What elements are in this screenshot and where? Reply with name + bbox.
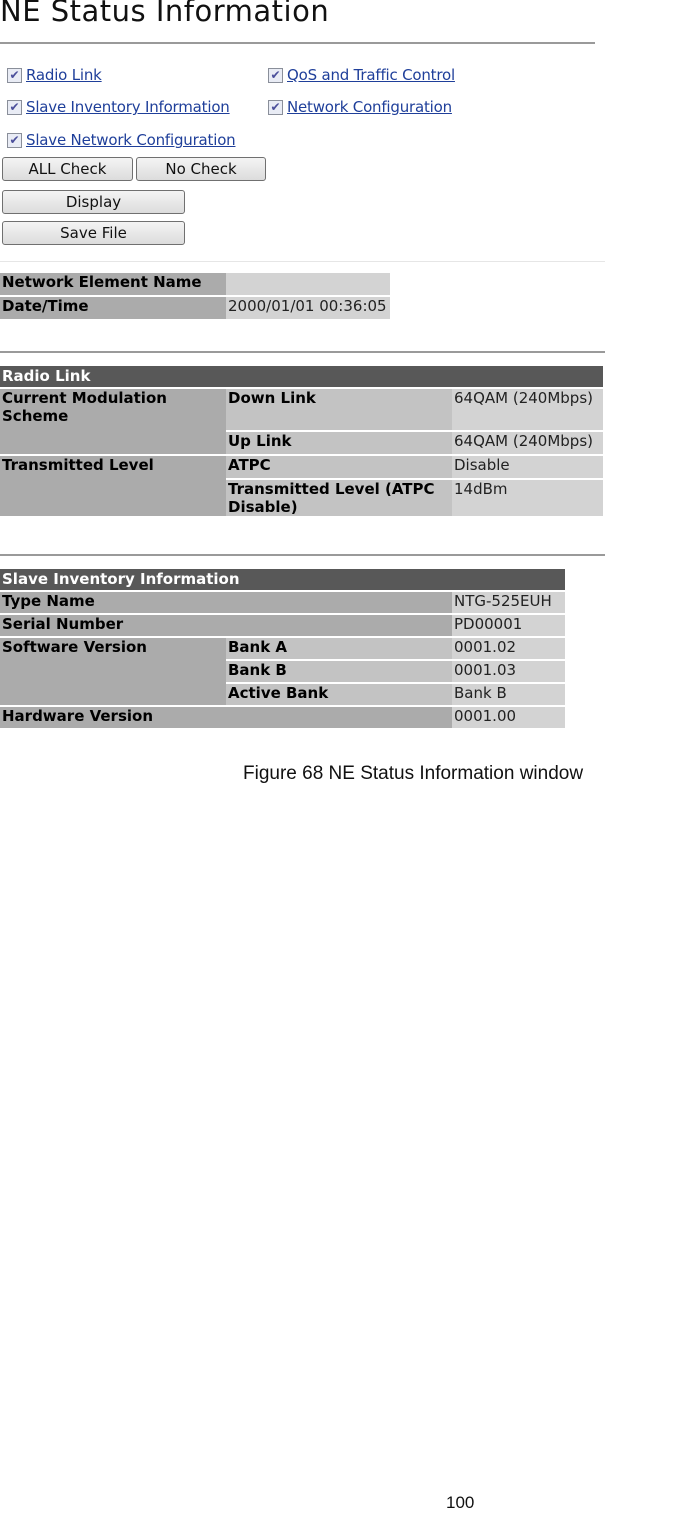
up-link-label: Up Link	[226, 432, 452, 454]
modulation-scheme-label: Current Modulation Scheme	[0, 389, 226, 454]
radio-link-section-header: Radio Link	[0, 366, 603, 387]
link-network-configuration[interactable]: Network Configuration	[287, 98, 452, 116]
page-number: 100	[446, 1493, 475, 1512]
transmitted-level-label: Transmitted Level	[0, 456, 226, 516]
active-bank-value: Bank B	[452, 684, 565, 705]
link-slave-inventory-information[interactable]: Slave Inventory Information	[26, 98, 230, 116]
checkbox-checked-icon[interactable]: ✔	[7, 67, 22, 83]
ne-info-table: Network Element Name Date/Time 2000/01/0…	[0, 271, 390, 321]
ne-name-value	[226, 273, 390, 295]
table-row: Transmitted Level ATPC Disable	[0, 456, 603, 516]
section-divider	[0, 554, 605, 556]
faint-divider	[0, 261, 605, 262]
title-divider	[0, 42, 595, 44]
table-row: Software Version Bank A 0001.02	[0, 638, 565, 705]
date-time-value: 2000/01/01 00:36:05	[226, 297, 390, 319]
transmitted-level-atpc-value: 14dBm	[452, 480, 603, 516]
page-title: NE Status Information	[0, 0, 330, 28]
checkbox-checked-icon[interactable]: ✔	[268, 99, 283, 115]
bank-b-value: 0001.03	[452, 661, 565, 682]
slave-inventory-table: Slave Inventory Information Type Name NT…	[0, 567, 565, 730]
table-row: Radio Link	[0, 366, 603, 387]
type-name-value: NTG-525EUH	[452, 592, 565, 613]
bank-a-value: 0001.02	[452, 638, 565, 659]
checkbox-slave-inventory-information[interactable]: ✔ Slave Inventory Information	[7, 97, 230, 117]
transmitted-level-atpc-label: Transmitted Level (ATPC Disable)	[226, 480, 452, 516]
checkbox-checked-icon[interactable]: ✔	[268, 67, 283, 83]
bank-b-label: Bank B	[226, 661, 452, 682]
up-link-value: 64QAM (240Mbps)	[452, 432, 603, 454]
all-check-button[interactable]: ALL Check	[2, 157, 133, 181]
ne-name-label: Network Element Name	[0, 273, 226, 295]
checkbox-slave-network-configuration[interactable]: ✔ Slave Network Configuration	[7, 130, 236, 150]
slave-inventory-section-header: Slave Inventory Information	[0, 569, 565, 590]
save-file-button[interactable]: Save File	[2, 221, 185, 245]
checkbox-radio-link[interactable]: ✔ Radio Link	[7, 65, 102, 85]
table-row: Type Name NTG-525EUH	[0, 592, 565, 613]
hardware-version-value: 0001.00	[452, 707, 565, 728]
section-divider	[0, 351, 605, 353]
atpc-value: Disable	[452, 456, 603, 478]
figure-caption: Figure 68 NE Status Information window	[243, 763, 584, 784]
table-row: Serial Number PD00001	[0, 615, 565, 636]
software-version-label: Software Version	[0, 638, 226, 705]
link-radio-link[interactable]: Radio Link	[26, 66, 102, 84]
checkbox-network-configuration[interactable]: ✔ Network Configuration	[268, 97, 452, 117]
checkbox-qos-traffic-control[interactable]: ✔ QoS and Traffic Control	[268, 65, 455, 85]
table-row: Slave Inventory Information	[0, 569, 565, 590]
hardware-version-label: Hardware Version	[0, 707, 452, 728]
table-row: Date/Time 2000/01/01 00:36:05	[0, 297, 390, 319]
link-slave-network-configuration[interactable]: Slave Network Configuration	[26, 131, 236, 149]
down-link-label: Down Link	[226, 389, 452, 430]
bank-a-label: Bank A	[226, 638, 452, 659]
checkbox-checked-icon[interactable]: ✔	[7, 99, 22, 115]
no-check-button[interactable]: No Check	[136, 157, 266, 181]
down-link-value: 64QAM (240Mbps)	[452, 389, 603, 430]
type-name-label: Type Name	[0, 592, 452, 613]
date-time-label: Date/Time	[0, 297, 226, 319]
radio-link-table: Radio Link Current Modulation Scheme Dow…	[0, 364, 603, 518]
table-row: Network Element Name	[0, 273, 390, 295]
table-row: Hardware Version 0001.00	[0, 707, 565, 728]
checkbox-checked-icon[interactable]: ✔	[7, 132, 22, 148]
display-button[interactable]: Display	[2, 190, 185, 214]
serial-number-value: PD00001	[452, 615, 565, 636]
link-qos-traffic-control[interactable]: QoS and Traffic Control	[287, 66, 455, 84]
serial-number-label: Serial Number	[0, 615, 452, 636]
table-row: Current Modulation Scheme Down Link 64QA…	[0, 389, 603, 454]
atpc-label: ATPC	[226, 456, 452, 478]
active-bank-label: Active Bank	[226, 684, 452, 705]
